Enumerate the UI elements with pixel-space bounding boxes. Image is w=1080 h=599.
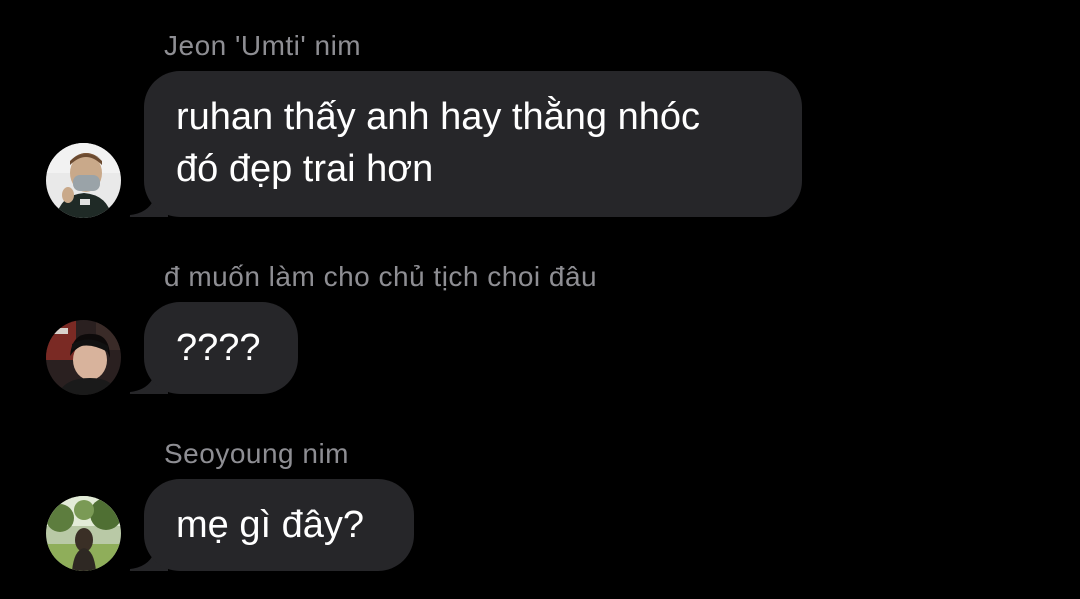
message-text-line: mẹ gì đây? — [176, 504, 364, 546]
sender-name: Seoyoung nim — [164, 438, 350, 469]
message-bubble[interactable]: mẹ gì đây? — [144, 479, 414, 571]
message-thread: Jeon 'Umti' nim ruhan thấy anh hay thằng — [0, 0, 1080, 599]
avatar-dark-hair-icon — [46, 320, 121, 395]
message-bubble[interactable]: ruhan thấy anh hay thằng nhóc đó đẹp tra… — [144, 71, 802, 217]
sender-avatar[interactable] — [46, 496, 121, 571]
message-text-line: đó đẹp trai hơn — [176, 148, 434, 190]
avatar-masked-man-icon — [46, 143, 121, 218]
message-bubble[interactable]: ???? — [144, 302, 298, 394]
sender-name: đ muốn làm cho chủ tịch choi đâu — [164, 261, 598, 292]
message-text-line: ???? — [176, 327, 261, 369]
message-text-line: ruhan thấy anh hay thằng nhóc — [176, 96, 700, 138]
sender-avatar[interactable] — [46, 143, 121, 218]
sender-name: Jeon 'Umti' nim — [164, 30, 362, 61]
sender-avatar[interactable] — [46, 320, 121, 395]
avatar-outdoor-trees-icon — [46, 496, 121, 571]
